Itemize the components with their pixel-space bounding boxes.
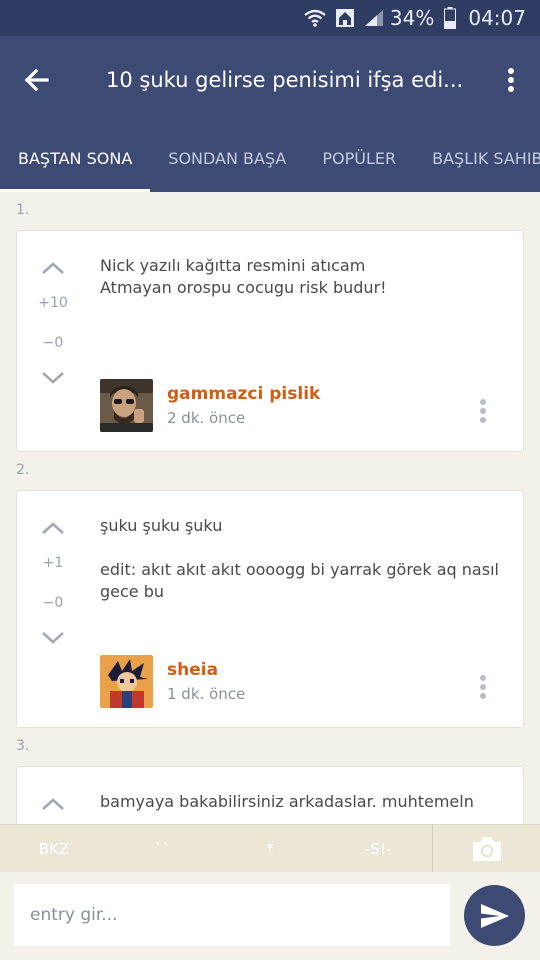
avatar[interactable] <box>100 655 153 708</box>
battery-percent: 34% <box>389 6 435 30</box>
author-block[interactable]: sheia 1 dk. önce <box>100 655 245 708</box>
home-icon <box>335 8 354 28</box>
author-block[interactable]: gammazci pislik 2 dk. önce <box>100 379 320 432</box>
entry-list[interactable]: 1. +10 −0 Nick yazılı kağıtta resmini at… <box>0 192 540 824</box>
entry-line: Nick yazılı kağıtta resmini atıcam <box>100 256 366 275</box>
signal-icon <box>364 9 384 27</box>
entry-card: +1 −0 şuku şuku şuku edit: akıt akıt akı… <box>16 490 524 728</box>
entry-line: edit: akıt akıt akıt oooogg bi yarrak gö… <box>100 560 499 601</box>
upvote-button[interactable] <box>41 789 65 819</box>
send-button[interactable] <box>464 885 525 946</box>
overflow-menu-button[interactable] <box>482 36 540 124</box>
send-icon <box>480 903 509 928</box>
more-vertical-icon <box>508 68 514 92</box>
chevron-up-icon <box>42 522 64 534</box>
upvote-count: +10 <box>38 295 68 311</box>
entry-text: Nick yazılı kağıtta resmini atıcam Atmay… <box>100 255 499 299</box>
entry-time: 2 dk. önce <box>167 409 246 427</box>
entry-menu-button[interactable] <box>471 667 495 707</box>
entry-card: +10 −0 Nick yazılı kağıtta resmini atıca… <box>16 230 524 452</box>
vote-column: +1 −0 <box>17 513 89 653</box>
more-vertical-icon <box>480 399 486 423</box>
chevron-up-icon <box>42 798 64 810</box>
camera-button[interactable] <box>433 825 540 873</box>
entry-line: Atmayan orospu cocugu risk budur! <box>100 278 387 297</box>
battery-icon <box>444 7 457 29</box>
entry-number: 3. <box>16 738 30 754</box>
tab-sondan-basa[interactable]: SONDAN BAŞA <box>150 124 304 192</box>
tab-bastan-sona[interactable]: BAŞTAN SONA <box>0 124 151 192</box>
entry-time: 1 dk. önce <box>167 685 246 703</box>
wifi-icon <box>304 9 326 27</box>
upvote-button[interactable] <box>41 253 65 283</box>
arrow-left-icon <box>24 68 49 92</box>
downvote-button[interactable] <box>41 363 65 393</box>
entry-input-bar <box>0 872 540 960</box>
tab-populer[interactable]: POPÜLER <box>304 124 414 192</box>
camera-icon <box>472 836 501 861</box>
chevron-up-icon <box>42 262 64 274</box>
tab-baslik-sahibi[interactable]: BAŞLIK SAHIBI <box>414 124 540 192</box>
vote-column: +10 −0 <box>17 253 89 393</box>
avatar[interactable] <box>100 379 153 432</box>
entry-menu-button[interactable] <box>471 391 495 431</box>
star-button[interactable]: * <box>216 840 324 858</box>
chevron-down-icon <box>42 372 64 384</box>
entry-line: bamyaya bakabilirsiniz arkadaslar. muhte… <box>100 792 474 811</box>
entry-text: bamyaya bakabilirsiniz arkadaslar. muhte… <box>100 791 499 813</box>
sort-tabs: BAŞTAN SONA SONDAN BAŞA POPÜLER BAŞLIK S… <box>0 124 540 192</box>
chevron-down-icon <box>42 632 64 644</box>
entry-line: şuku şuku şuku <box>100 516 223 535</box>
author-info: sheia 1 dk. önce <box>167 660 245 703</box>
downvote-button[interactable] <box>41 623 65 653</box>
entry-number: 2. <box>16 462 30 478</box>
downvote-count: −0 <box>42 335 64 351</box>
clock: 04:07 <box>468 6 526 30</box>
upvote-count: +1 <box>42 555 64 571</box>
author-info: gammazci pislik 2 dk. önce <box>167 384 320 427</box>
topic-title: 10 şuku gelirse penisimi ifşa edi... <box>106 68 464 92</box>
more-vertical-icon <box>480 675 486 699</box>
format-toolbar: BKZ `` * -S!- <box>0 824 540 873</box>
backtick-button[interactable]: `` <box>108 840 216 858</box>
bkz-button[interactable]: BKZ <box>0 840 108 858</box>
author-name[interactable]: gammazci pislik <box>167 384 320 404</box>
entry-number: 1. <box>16 202 30 218</box>
vote-column <box>17 789 89 819</box>
status-bar: 34% 04:07 <box>0 0 540 36</box>
entry-card: bamyaya bakabilirsiniz arkadaslar. muhte… <box>16 766 524 824</box>
spoiler-button[interactable]: -S!- <box>324 840 432 858</box>
back-button[interactable] <box>0 36 72 124</box>
entry-text: şuku şuku şuku edit: akıt akıt akıt oooo… <box>100 515 499 603</box>
entry-input[interactable] <box>14 884 450 946</box>
author-name[interactable]: sheia <box>167 660 245 680</box>
app-bar: 10 şuku gelirse penisimi ifşa edi... <box>0 36 540 124</box>
upvote-button[interactable] <box>41 513 65 543</box>
downvote-count: −0 <box>42 595 64 611</box>
